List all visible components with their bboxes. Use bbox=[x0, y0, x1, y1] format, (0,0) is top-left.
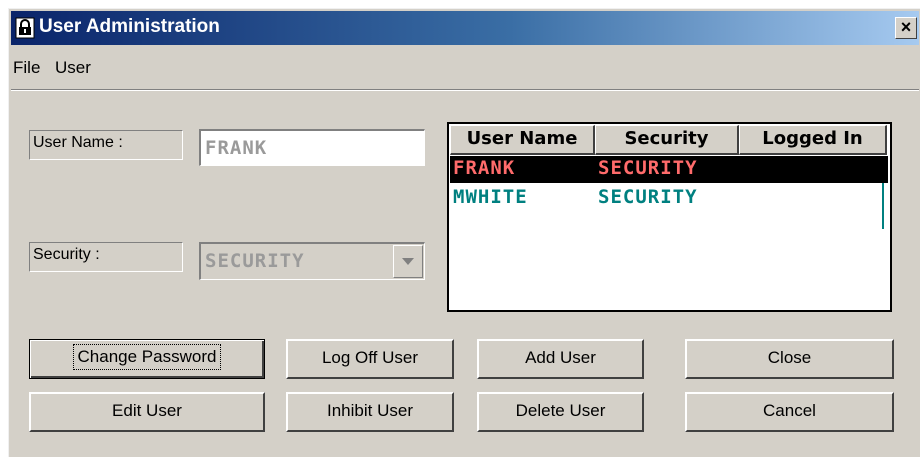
close-icon: × bbox=[900, 17, 912, 37]
change-password-label: Change Password bbox=[72, 344, 222, 370]
menu-user[interactable]: User bbox=[55, 58, 91, 78]
focus-marker bbox=[882, 183, 884, 229]
security-label: Security : bbox=[29, 242, 183, 272]
close-button[interactable]: Close bbox=[685, 339, 894, 379]
row-security: SECURITY bbox=[598, 157, 698, 179]
window-title: User Administration bbox=[39, 16, 220, 37]
row-user-name: MWHITE bbox=[453, 186, 528, 208]
column-header-security[interactable]: Security bbox=[595, 125, 739, 155]
security-value: SECURITY bbox=[205, 250, 305, 272]
users-list[interactable]: User Name Security Logged In FRANK SECUR… bbox=[447, 122, 892, 312]
row-user-name: FRANK bbox=[453, 157, 516, 179]
cancel-button[interactable]: Cancel bbox=[685, 392, 894, 432]
menu-file[interactable]: File bbox=[13, 58, 40, 78]
change-password-button[interactable]: Change Password bbox=[29, 339, 265, 379]
delete-user-button[interactable]: Delete User bbox=[477, 392, 644, 432]
username-label: User Name : bbox=[29, 130, 183, 160]
edit-user-button[interactable]: Edit User bbox=[29, 392, 265, 432]
title-bar[interactable]: User Administration × bbox=[11, 11, 919, 45]
inhibit-user-button[interactable]: Inhibit User bbox=[286, 392, 454, 432]
menu-bar: File User bbox=[11, 49, 919, 91]
add-user-button[interactable]: Add User bbox=[477, 339, 644, 379]
username-value: FRANK bbox=[205, 137, 268, 159]
table-row[interactable]: FRANK SECURITY bbox=[450, 156, 888, 183]
user-administration-window: User Administration × File User User Nam… bbox=[8, 8, 920, 457]
log-off-user-button[interactable]: Log Off User bbox=[286, 339, 454, 379]
dropdown-button[interactable] bbox=[393, 245, 423, 278]
column-header-user-name[interactable]: User Name bbox=[450, 125, 595, 155]
table-row[interactable]: MWHITE SECURITY bbox=[450, 185, 888, 212]
chevron-down-icon bbox=[402, 258, 414, 265]
column-header-logged-in[interactable]: Logged In bbox=[739, 125, 887, 155]
lock-icon bbox=[15, 17, 35, 39]
close-window-button[interactable]: × bbox=[895, 17, 917, 39]
row-security: SECURITY bbox=[598, 186, 698, 208]
security-dropdown[interactable]: SECURITY bbox=[199, 242, 425, 280]
username-field[interactable]: FRANK bbox=[199, 129, 425, 166]
